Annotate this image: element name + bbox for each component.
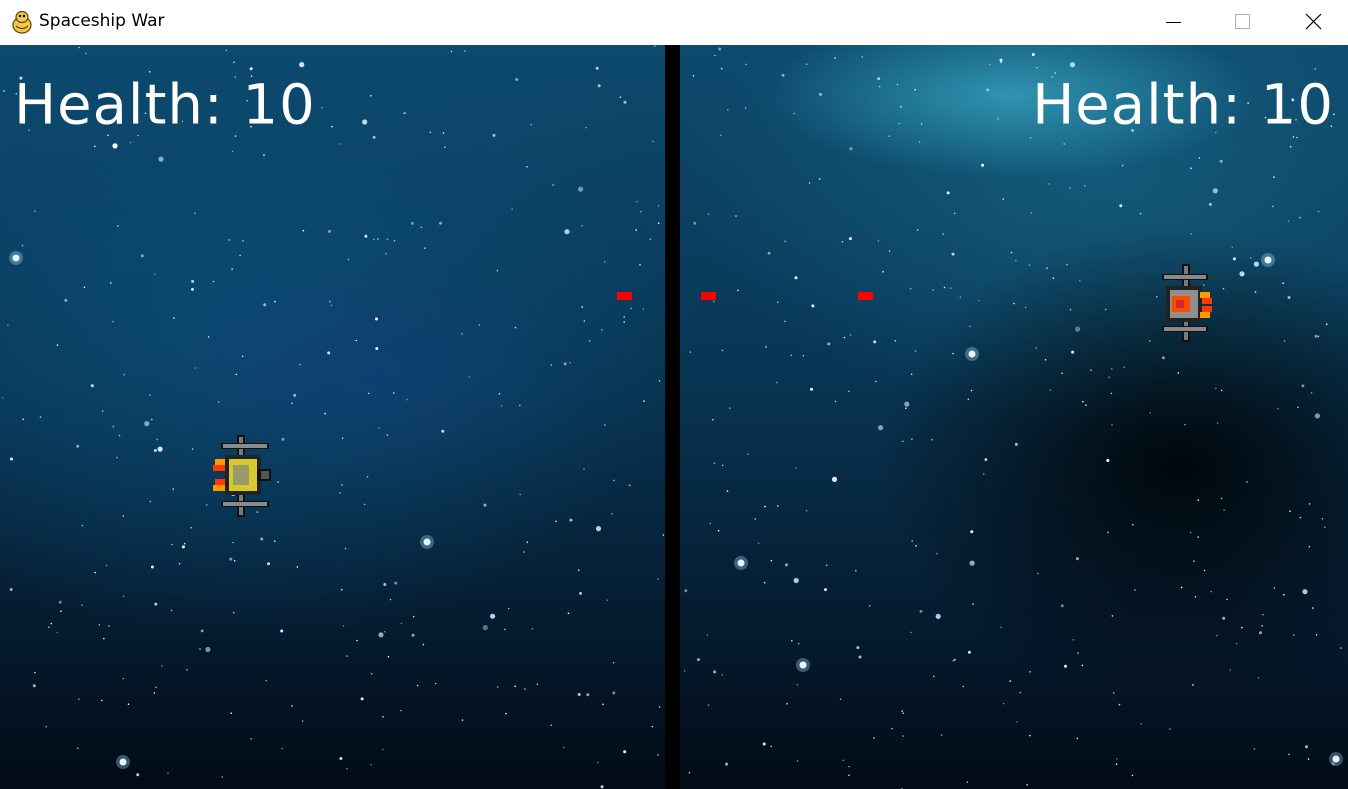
minimize-icon — [1166, 22, 1181, 23]
pygame-icon — [11, 10, 33, 34]
window-titlebar: Spaceship War — [0, 0, 1348, 45]
window-title: Spaceship War — [39, 11, 165, 31]
red-health-label: Health: 10 — [1032, 73, 1334, 138]
center-border — [665, 45, 680, 789]
close-button[interactable] — [1290, 0, 1336, 45]
red-spaceship — [1162, 264, 1212, 342]
red-bullet — [701, 292, 716, 300]
maximize-icon — [1235, 14, 1250, 29]
minimize-button[interactable] — [1150, 0, 1196, 45]
yellow-spaceship — [213, 435, 271, 517]
game-canvas[interactable]: Health: 10 Health: 10 — [0, 45, 1348, 789]
yellow-health-label: Health: 10 — [14, 73, 316, 138]
close-icon — [1305, 13, 1322, 30]
yellow-bullet — [617, 292, 632, 300]
red-bullet — [858, 292, 873, 300]
maximize-button[interactable] — [1219, 0, 1265, 45]
